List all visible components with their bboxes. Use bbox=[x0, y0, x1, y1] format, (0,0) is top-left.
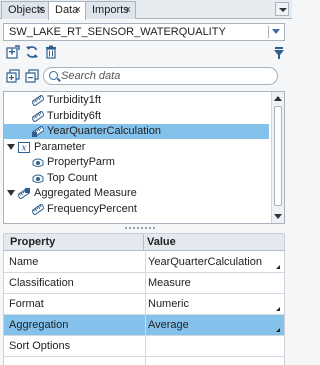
property-name: Format bbox=[9, 298, 44, 310]
tree-item-yearquartercalculation[interactable]: YearQuarterCalculation bbox=[4, 124, 269, 139]
chevron-down-icon bbox=[272, 29, 280, 34]
new-data-item-icon[interactable] bbox=[6, 45, 20, 59]
collapse-all-icon[interactable] bbox=[25, 69, 39, 83]
tab-menu-button[interactable] bbox=[275, 2, 289, 16]
scroll-up-arrow-icon[interactable] bbox=[273, 94, 283, 104]
datasource-selected: SW_LAKE_RT_SENSOR_WATERQUALITY bbox=[9, 26, 226, 38]
grip-dot bbox=[153, 227, 155, 229]
expanded-triangle-icon[interactable] bbox=[7, 190, 15, 196]
tab-data[interactable]: Data × bbox=[48, 1, 86, 20]
search-input[interactable] bbox=[61, 69, 271, 83]
tree-item-turbidity1ft[interactable]: Turbidity1ft bbox=[4, 93, 269, 108]
tree-item-turbidity6ft[interactable]: Turbidity6ft bbox=[4, 109, 269, 124]
property-name: Classification bbox=[9, 277, 74, 289]
measure-icon bbox=[32, 111, 44, 122]
filter-icon[interactable] bbox=[272, 46, 286, 60]
refresh-icon[interactable] bbox=[25, 45, 39, 59]
dropdown-corner-icon[interactable] bbox=[276, 265, 280, 269]
grip-dot bbox=[125, 227, 127, 229]
expanded-triangle-icon[interactable] bbox=[7, 144, 15, 150]
dropdown-corner-icon[interactable] bbox=[276, 328, 280, 332]
property-value: YearQuarterCalculation bbox=[148, 256, 262, 268]
tab-bar: Objects × Data × Imports × bbox=[0, 0, 292, 20]
measure-icon bbox=[32, 204, 44, 215]
property-value-field bbox=[145, 357, 282, 365]
property-row-empty bbox=[4, 357, 284, 365]
tree-item-parameter[interactable]: x Parameter bbox=[4, 140, 269, 155]
property-value-field[interactable]: YearQuarterCalculation bbox=[145, 252, 282, 272]
calculated-item-icon bbox=[32, 126, 44, 137]
tree-item-label: Parameter bbox=[34, 141, 86, 153]
parameter-icon bbox=[32, 158, 44, 167]
panel-splitter[interactable] bbox=[3, 226, 285, 231]
tree-item-top-count[interactable]: Top Count bbox=[4, 171, 269, 186]
grip-dot bbox=[129, 227, 131, 229]
property-value: Numeric bbox=[148, 298, 189, 310]
parameter-group-icon: x bbox=[18, 142, 30, 153]
tree-item-label: PropertyParm bbox=[47, 156, 115, 168]
property-row-classification[interactable]: Classification Measure bbox=[4, 273, 284, 294]
property-name: Aggregation bbox=[9, 319, 69, 331]
tree-item-label: Top Count bbox=[47, 172, 98, 184]
property-row-sort-options[interactable]: Sort Options bbox=[4, 336, 284, 357]
datasource-select[interactable]: SW_LAKE_RT_SENSOR_WATERQUALITY bbox=[3, 23, 285, 41]
property-row-format[interactable]: Format Numeric bbox=[4, 294, 284, 315]
property-value: Measure bbox=[148, 277, 191, 289]
tree-item-frequencypercent[interactable]: FrequencyPercent bbox=[4, 202, 269, 217]
data-tree[interactable]: Turbidity1ft Turbidity6ft YearQuarterCal… bbox=[3, 91, 285, 224]
expand-all-icon[interactable] bbox=[6, 69, 20, 83]
grip-dot bbox=[137, 227, 139, 229]
scrollbar-thumb[interactable] bbox=[274, 106, 282, 206]
property-column-header: Property bbox=[10, 236, 56, 248]
tree-item-label: YearQuarterCalculation bbox=[47, 125, 161, 137]
property-value: Average bbox=[148, 319, 189, 331]
tab-objects[interactable]: Objects × bbox=[1, 1, 49, 19]
svg-text:x: x bbox=[21, 144, 26, 154]
tree-item-label: Turbidity1ft bbox=[47, 94, 102, 106]
tab-imports[interactable]: Imports × bbox=[85, 1, 136, 19]
search-field[interactable] bbox=[43, 67, 278, 85]
tree-item-label: Turbidity6ft bbox=[47, 110, 102, 122]
close-icon[interactable]: × bbox=[38, 2, 44, 19]
search-icon bbox=[49, 71, 58, 80]
value-column-header: Value bbox=[147, 236, 176, 248]
aggregated-measure-group-icon bbox=[18, 188, 30, 199]
property-value-field[interactable]: Average bbox=[145, 315, 282, 335]
tree-scrollbar[interactable] bbox=[271, 92, 284, 223]
tree-item-label: Aggregated Measure bbox=[34, 187, 137, 199]
close-icon[interactable]: × bbox=[125, 2, 131, 19]
dropdown-corner-icon[interactable] bbox=[276, 307, 280, 311]
measure-icon bbox=[32, 95, 44, 106]
grip-dot bbox=[149, 227, 151, 229]
property-row-aggregation[interactable]: Aggregation Average bbox=[4, 315, 284, 336]
property-name: Name bbox=[9, 256, 39, 268]
divider bbox=[268, 26, 269, 38]
parameter-icon bbox=[32, 174, 44, 183]
property-value-field[interactable]: Numeric bbox=[145, 294, 282, 314]
grip-dot bbox=[133, 227, 135, 229]
close-icon[interactable]: × bbox=[75, 2, 81, 19]
property-table: Property Value Name YearQuarterCalculati… bbox=[3, 233, 285, 365]
property-row-name[interactable]: Name YearQuarterCalculation bbox=[4, 252, 284, 273]
grip-dot bbox=[145, 227, 147, 229]
property-value-field[interactable] bbox=[145, 336, 282, 356]
grip-dot bbox=[141, 227, 143, 229]
scroll-down-arrow-icon[interactable] bbox=[273, 211, 283, 221]
divider bbox=[143, 234, 144, 251]
tree-item-label: FrequencyPercent bbox=[47, 203, 137, 215]
trash-icon[interactable] bbox=[44, 45, 58, 59]
property-value-field[interactable]: Measure bbox=[145, 273, 282, 293]
tab-imports-label: Imports bbox=[92, 4, 129, 16]
tree-item-propertyparm[interactable]: PropertyParm bbox=[4, 155, 269, 170]
tree-item-aggregated-measure[interactable]: Aggregated Measure bbox=[4, 186, 269, 201]
property-name: Sort Options bbox=[9, 340, 71, 352]
property-table-header: Property Value bbox=[4, 234, 284, 251]
